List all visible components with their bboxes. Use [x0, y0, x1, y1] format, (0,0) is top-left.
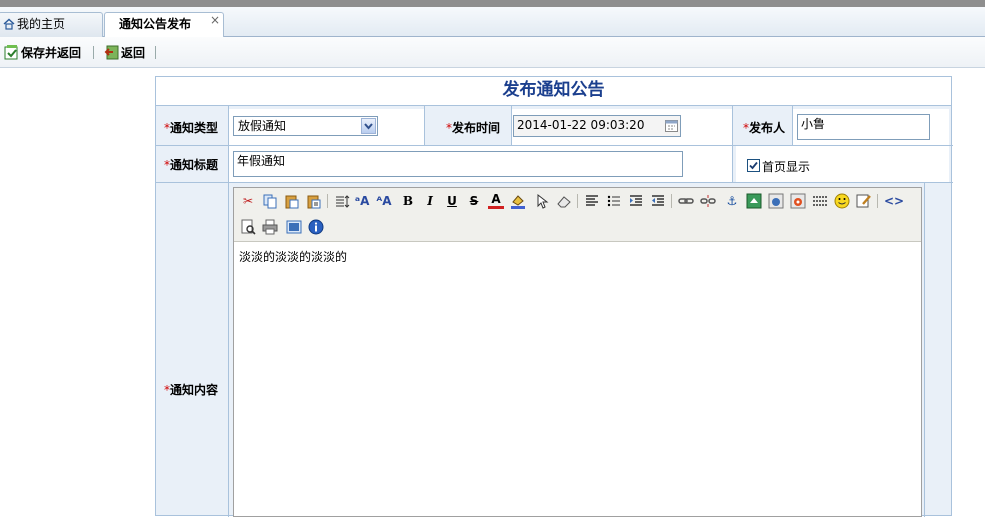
subject-field[interactable]: 年假通知: [233, 151, 683, 177]
tab-home-label: 我的主页: [17, 17, 66, 31]
home-icon: [3, 18, 15, 30]
editor-content[interactable]: 淡淡的淡淡的淡淡的: [239, 248, 347, 265]
publisher-label: *发布人: [743, 121, 786, 135]
column-divider: [924, 182, 925, 517]
action-toolbar: 保存并返回 返回: [0, 37, 985, 68]
form-title: 发布通知公告: [156, 77, 951, 106]
italic-icon[interactable]: I: [422, 193, 438, 209]
source-code-icon[interactable]: <>: [884, 193, 904, 209]
back-button[interactable]: 返回: [104, 44, 145, 60]
edit-icon[interactable]: [856, 193, 872, 209]
column-divider: [792, 106, 793, 145]
column-divider: [424, 106, 425, 145]
toolbar-divider: [93, 46, 94, 59]
indent-icon[interactable]: [628, 193, 644, 209]
align-left-icon[interactable]: [584, 193, 600, 209]
tab-notice-publish-label: 通知公告发布: [119, 17, 192, 31]
tab-notice-publish[interactable]: 通知公告发布 ×: [104, 12, 224, 38]
list-icon[interactable]: [606, 193, 622, 209]
column-divider: [732, 106, 733, 182]
line-height-icon[interactable]: [334, 193, 350, 209]
column-divider: [228, 106, 229, 517]
font-color-icon[interactable]: A: [488, 193, 504, 209]
save-return-icon: [4, 45, 18, 60]
strikethrough-icon[interactable]: S: [466, 193, 482, 209]
tab-bar: 我的主页 通知公告发布 ×: [0, 7, 985, 38]
toolbar-divider: [155, 46, 156, 59]
bold-icon[interactable]: B: [400, 193, 416, 209]
type-label: *通知类型: [164, 121, 219, 135]
unlink-icon[interactable]: [700, 193, 716, 209]
save-return-label: 保存并返回: [21, 46, 82, 60]
media-icon[interactable]: [790, 193, 806, 209]
subject-label: *通知标题: [164, 158, 219, 172]
anchor-icon[interactable]: ⚓: [724, 193, 740, 209]
image-icon[interactable]: [746, 193, 762, 209]
about-icon[interactable]: [308, 219, 324, 235]
editor-divider: [327, 194, 328, 208]
chevron-down-icon[interactable]: [361, 118, 376, 134]
copy-icon[interactable]: [262, 193, 278, 209]
link-icon[interactable]: [678, 193, 694, 209]
fullscreen-icon[interactable]: [286, 219, 302, 235]
paste-icon[interactable]: [284, 193, 300, 209]
eraser-icon[interactable]: [556, 193, 572, 209]
preview-icon[interactable]: [240, 219, 256, 235]
cut-icon[interactable]: ✂: [240, 193, 256, 209]
underline-icon[interactable]: U: [444, 193, 460, 209]
publisher-field[interactable]: 小鲁: [797, 114, 930, 140]
editor-divider: [671, 194, 672, 208]
homepage-label: 首页显示: [762, 160, 811, 174]
flash-icon[interactable]: [768, 193, 784, 209]
column-divider: [511, 106, 512, 145]
emoticon-icon[interactable]: [834, 193, 850, 209]
row-divider: [156, 145, 953, 146]
save-return-button[interactable]: 保存并返回: [4, 44, 81, 60]
time-field[interactable]: 2014-01-22 09:03:20: [513, 115, 681, 137]
type-select-value: 放假通知: [238, 119, 287, 133]
font-family-icon[interactable]: ᵃA: [354, 193, 370, 209]
calendar-icon[interactable]: [665, 119, 678, 132]
hr-icon[interactable]: [812, 193, 828, 209]
row-divider: [156, 182, 953, 183]
notice-form: 发布通知公告 *通知类型 放假通知 *发布时间 2014-01-22 09:03…: [155, 76, 953, 517]
close-icon[interactable]: ×: [210, 9, 220, 32]
print-icon[interactable]: [262, 219, 278, 235]
background-color-icon[interactable]: [510, 193, 526, 209]
content-label: *通知内容: [164, 383, 219, 397]
back-icon: [104, 45, 119, 60]
homepage-checkbox[interactable]: [747, 159, 760, 172]
select-icon[interactable]: [534, 193, 550, 209]
tab-home[interactable]: 我的主页: [0, 12, 103, 37]
window-top-border: [0, 0, 985, 7]
editor-divider: [877, 194, 878, 208]
editor-divider: [577, 194, 578, 208]
time-field-value: 2014-01-22 09:03:20: [517, 118, 645, 132]
publisher-field-value: 小鲁: [801, 117, 826, 131]
paste-text-icon[interactable]: [306, 193, 322, 209]
back-label: 返回: [121, 46, 146, 60]
subject-field-value: 年假通知: [237, 154, 286, 168]
type-select[interactable]: 放假通知: [233, 116, 378, 136]
editor-toolbar: ✂ ᵃA ᴬA B I U S A ⚓ <>: [234, 188, 921, 242]
check-icon: [749, 161, 758, 170]
rich-text-editor: ✂ ᵃA ᴬA B I U S A ⚓ <> 淡淡的淡淡的淡淡的: [233, 187, 922, 517]
time-label: *发布时间: [446, 121, 501, 135]
font-size-icon[interactable]: ᴬA: [376, 193, 392, 209]
outdent-icon[interactable]: [650, 193, 666, 209]
